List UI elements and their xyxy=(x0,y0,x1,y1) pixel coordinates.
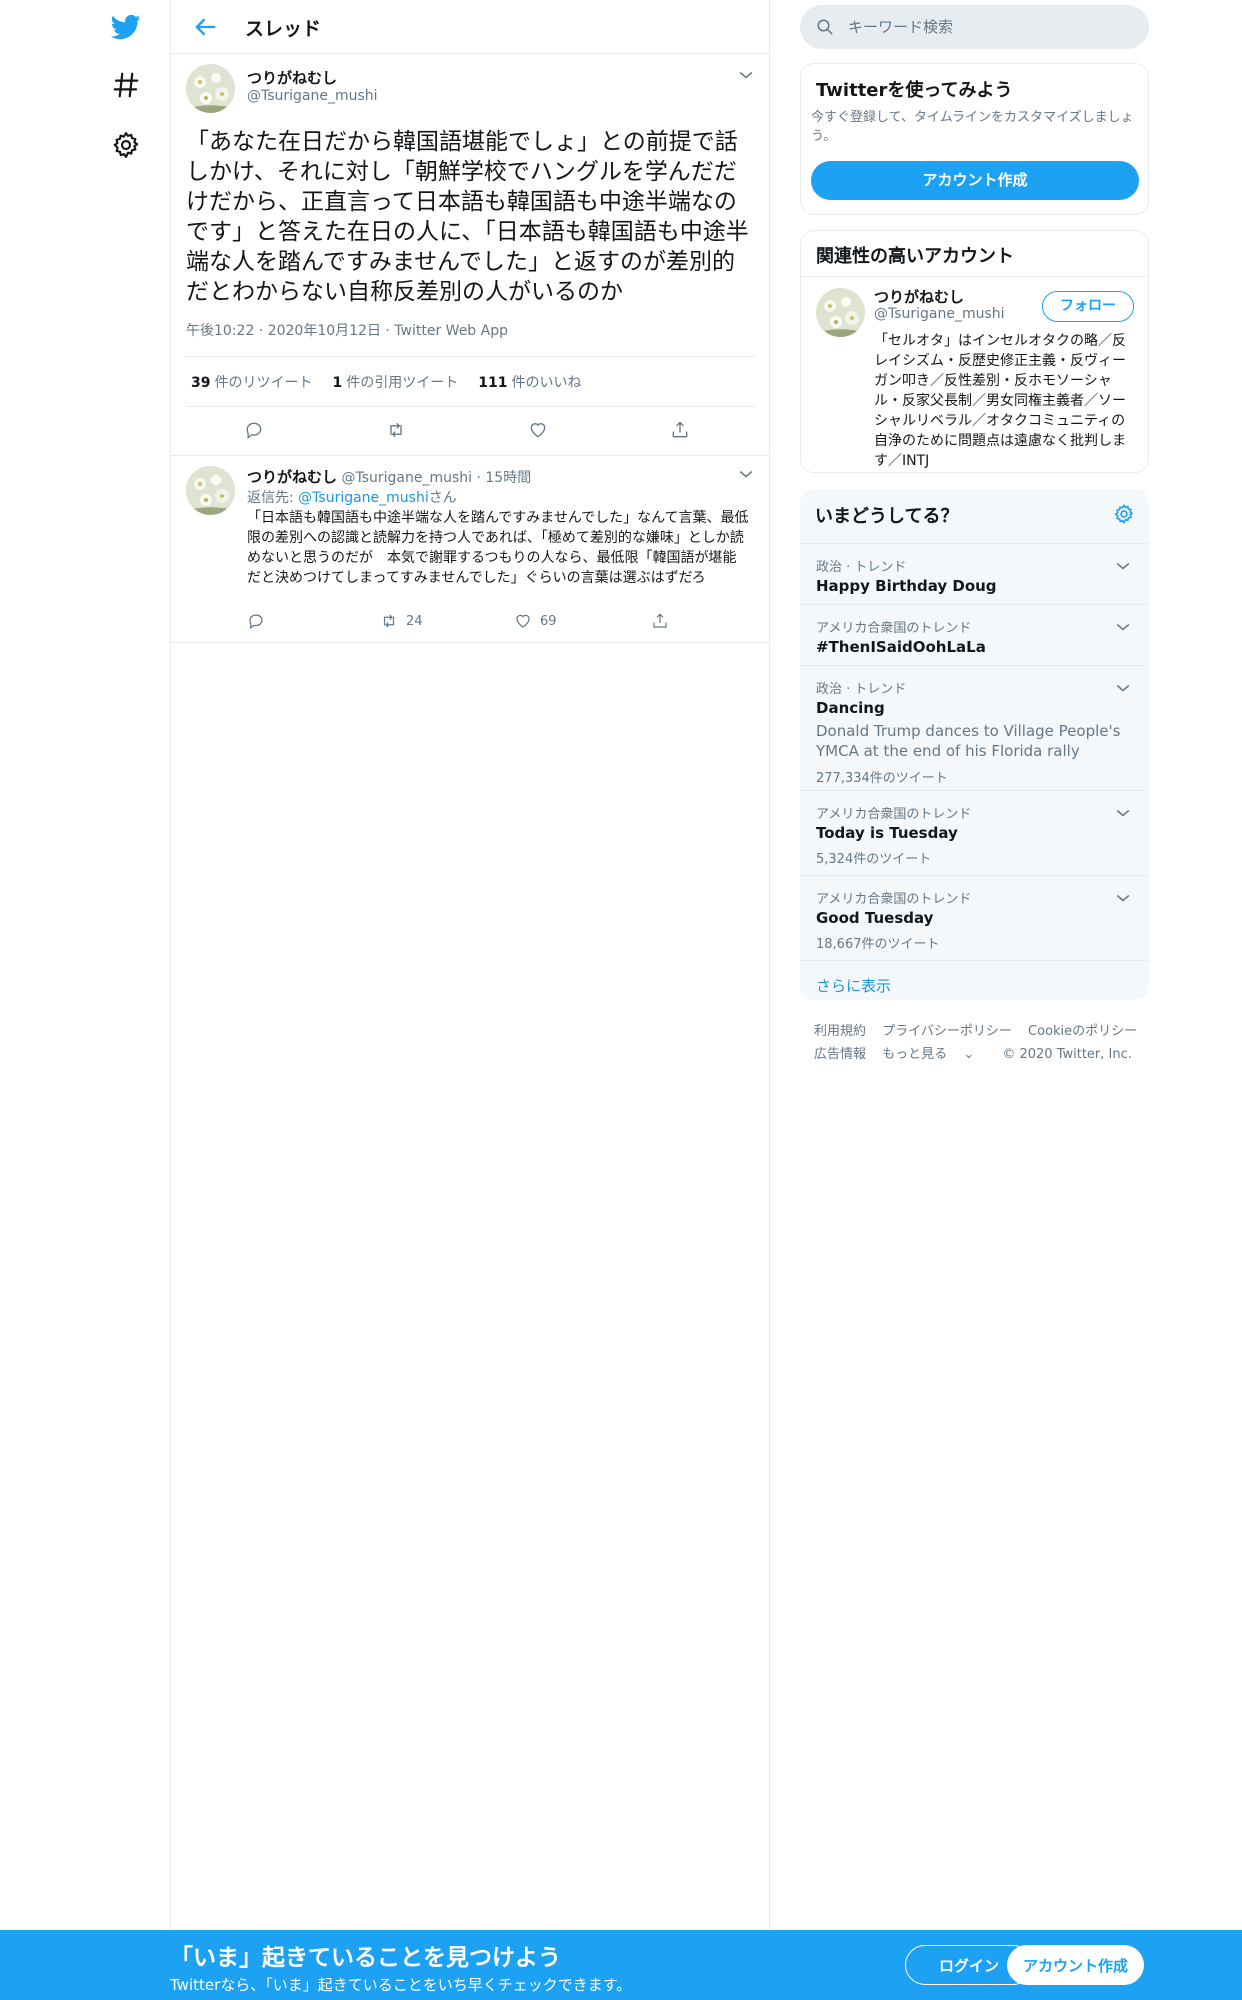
retweet-icon xyxy=(383,614,395,628)
twitter-logo-icon[interactable] xyxy=(108,9,144,45)
tweet-text: 「あなた在日だから韓国語堪能でしょ」との前提で話しかけ、それに対し「朝鮮学校でハ… xyxy=(186,129,749,305)
chevron-down-icon: ⌄ xyxy=(963,1047,975,1062)
chevron-down-icon[interactable] xyxy=(1113,556,1133,576)
signup-card-title: Twitterを使ってみよう xyxy=(816,80,1013,101)
trend-item[interactable]: アメリカ合衆国のトレンド #ThenISaidOohLaLa xyxy=(800,604,1149,665)
chevron-down-icon[interactable] xyxy=(1113,617,1133,637)
retweet-stat[interactable]: 39 件のリツイート xyxy=(191,372,312,392)
terms-link[interactable]: 利用規約 xyxy=(814,1024,866,1039)
author-name[interactable]: つりがねむし xyxy=(247,468,337,486)
author-handle[interactable]: @Tsurigane_mushi xyxy=(341,470,472,486)
hashtag-icon[interactable] xyxy=(108,67,144,103)
signup-card-desc: 今すぐ登録して、タイムラインをカスタマイズしましょう。 xyxy=(811,110,1134,144)
divider xyxy=(801,276,1148,277)
avatar[interactable] xyxy=(816,288,865,337)
main-column: スレッド つりがねむし @Tsurigane_mushi 「あなた在日だから韓国… xyxy=(170,0,770,1930)
reply-tweet[interactable]: つりがねむし @Tsurigane_mushi · 15時間 返信先: @Tsu… xyxy=(171,456,769,643)
author-name[interactable]: つりがねむし xyxy=(247,67,337,88)
heart-icon[interactable] xyxy=(528,420,548,440)
heart-icon xyxy=(516,614,530,628)
copyright: © 2020 Twitter, Inc. xyxy=(1002,1047,1132,1062)
quote-stat[interactable]: 1 件の引用ツイート xyxy=(332,372,458,392)
signup-card: Twitterを使ってみよう 今すぐ登録して、タイムラインをカスタマイズしましょ… xyxy=(800,63,1149,215)
search-input[interactable] xyxy=(848,5,1138,49)
tweet-text: 「日本語も韓国語も中途半端な人を踏んですみませんでした」なんて言葉、最低限の差別… xyxy=(247,510,749,586)
search-box[interactable] xyxy=(800,5,1149,49)
chevron-down-icon[interactable] xyxy=(1113,803,1133,823)
trends-card: いまどうしてる？ 政治 · トレンド Happy Birthday Doug ア… xyxy=(800,489,1149,1000)
share-icon[interactable] xyxy=(670,420,690,440)
search-icon xyxy=(817,19,833,35)
related-title: 関連性の高いアカウント xyxy=(816,246,1014,267)
footer-links-row2: 広告情報 もっと見る ⌄ © 2020 Twitter, Inc. xyxy=(814,1043,1144,1062)
retweet-button[interactable]: 24 xyxy=(380,612,423,630)
reply-author-line: つりがねむし @Tsurigane_mushi · 15時間 xyxy=(247,466,531,487)
ads-link[interactable]: 広告情報 xyxy=(814,1047,866,1062)
related-accounts-card: 関連性の高いアカウント つりがねむし @Tsurigane_mushi フォロー… xyxy=(800,230,1149,473)
trends-title: いまどうしてる？ xyxy=(815,506,959,527)
retweet-count: 24 xyxy=(406,613,423,629)
gear-icon[interactable] xyxy=(108,127,144,163)
like-count: 69 xyxy=(540,613,557,629)
privacy-link[interactable]: プライバシーポリシー xyxy=(882,1024,1012,1039)
trend-item[interactable]: アメリカ合衆国のトレンド Good Tuesday 18,667件のツイート xyxy=(800,875,1149,960)
main-tweet: つりがねむし @Tsurigane_mushi 「あなた在日だから韓国語堪能でし… xyxy=(171,54,769,456)
chevron-down-icon[interactable] xyxy=(736,464,756,484)
reply-to-line: 返信先: @Tsurigane_mushiさん xyxy=(247,490,457,506)
follow-button[interactable]: フォロー xyxy=(1042,291,1134,322)
like-button[interactable]: 69 xyxy=(514,612,557,630)
like-stat[interactable]: 111 件のいいね xyxy=(478,372,581,392)
thread-header: スレッド xyxy=(171,0,769,54)
tweet-stats: 39 件のリツイート 1 件の引用ツイート 111 件のいいね xyxy=(191,372,581,392)
back-arrow-icon[interactable] xyxy=(191,13,219,41)
tweet-meta[interactable]: 午後10:22 · 2020年10月12日 · Twitter Web App xyxy=(186,320,508,340)
show-more-link[interactable]: さらに表示 xyxy=(800,960,1149,1010)
divider xyxy=(186,356,756,357)
retweet-icon[interactable] xyxy=(386,420,406,440)
reply-icon[interactable] xyxy=(244,420,264,440)
settings-gear-icon[interactable] xyxy=(1113,503,1135,525)
reply-icon[interactable] xyxy=(247,612,265,630)
trend-item[interactable]: アメリカ合衆国のトレンド Today is Tuesday 5,324件のツイー… xyxy=(800,790,1149,875)
trend-item[interactable]: 政治 · トレンド Happy Birthday Doug xyxy=(800,543,1149,604)
footer-links-row1: 利用規約 プライバシーポリシー Cookieのポリシー xyxy=(814,1020,1149,1039)
related-handle[interactable]: @Tsurigane_mushi xyxy=(874,306,1005,322)
banner-title: 「いま」起きていることを見つけよう xyxy=(170,1945,561,1971)
banner-subtitle: Twitterなら、「いま」起きていることをいち早くチェックできます。 xyxy=(170,1976,632,1994)
signup-banner: 「いま」起きていることを見つけよう Twitterなら、「いま」起きていることを… xyxy=(0,1930,1242,2000)
chevron-down-icon[interactable] xyxy=(1113,678,1133,698)
create-account-button[interactable]: アカウント作成 xyxy=(811,161,1139,200)
reply-to-link[interactable]: @Tsurigane_mushi xyxy=(298,490,429,506)
more-link[interactable]: もっと見る ⌄ xyxy=(882,1047,986,1062)
related-bio: 「セルオタ」はインセルオタクの略／反レイシズム・反歴史修正主義・反ヴィーガン叩き… xyxy=(874,333,1126,469)
author-handle[interactable]: @Tsurigane_mushi xyxy=(247,88,378,104)
signup-button[interactable]: アカウント作成 xyxy=(1007,1945,1144,1985)
cookie-link[interactable]: Cookieのポリシー xyxy=(1028,1024,1137,1039)
chevron-down-icon[interactable] xyxy=(1113,888,1133,908)
avatar[interactable] xyxy=(186,466,235,515)
trend-item[interactable]: 政治 · トレンド Dancing Donald Trump dances to… xyxy=(800,665,1149,790)
share-icon[interactable] xyxy=(651,612,669,630)
tweet-time[interactable]: · 15時間 xyxy=(477,470,532,486)
chevron-down-icon[interactable] xyxy=(736,65,756,85)
trends-header: いまどうしてる？ xyxy=(800,489,1149,543)
avatar[interactable] xyxy=(186,64,235,113)
page-title: スレッド xyxy=(245,18,322,40)
related-name[interactable]: つりがねむし xyxy=(874,286,964,307)
divider xyxy=(186,406,756,407)
